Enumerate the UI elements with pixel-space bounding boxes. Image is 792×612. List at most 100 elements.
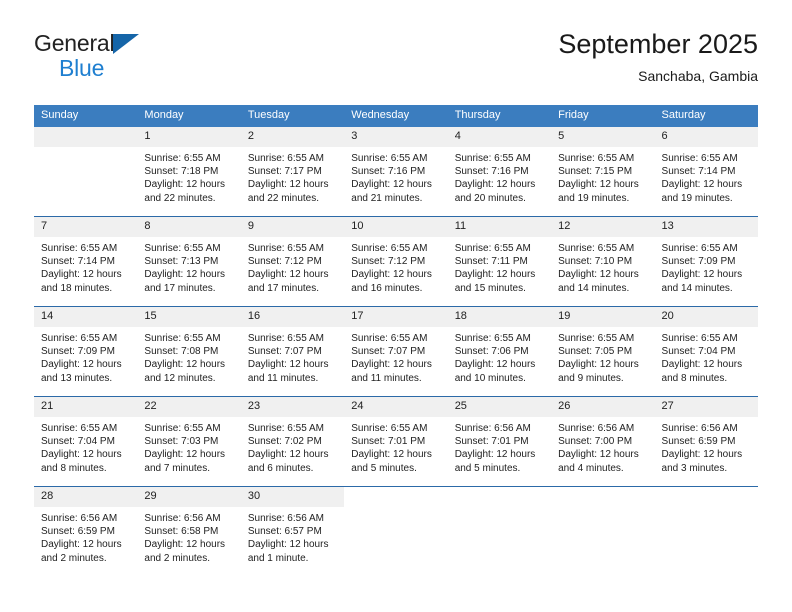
day-sun-info: Sunrise: 6:56 AM Sunset: 6:58 PM Daylight:… [137,507,240,565]
day-sun-info-line: Sunset: 7:14 PM [661,166,736,178]
day-sun-info-line: and 16 minutes. [351,282,423,294]
day-sun-info-line: Sunrise: 6:55 AM [41,423,118,434]
day-sun-info-line: Sunset: 7:12 PM [351,256,426,268]
calendar-cell[interactable]: 25 Sunrise: 6:56 AM Sunset: 7:01 PM Dayligh… [447,396,552,487]
calendar-cell[interactable]: 28 Sunrise: 6:56 AM Sunset: 6:59 PM Dayligh… [34,486,138,576]
page-header: General Blue September 2025 Sanchaba, Ga… [34,28,758,98]
day-number [654,487,758,507]
calendar-cell[interactable]: 17 Sunrise: 6:55 AM Sunset: 7:07 PM Dayligh… [344,306,448,397]
day-sun-info-line: Sunrise: 6:55 AM [144,423,221,434]
weekday-header-monday: Monday [137,105,241,127]
calendar-cell[interactable]: 20 Sunrise: 6:55 AM Sunset: 7:04 PM Dayligh… [654,306,758,397]
day-sun-info-line: Sunrise: 6:55 AM [351,423,428,434]
day-number: 7 [34,217,138,237]
weekday-header-sunday: Sunday [34,105,138,127]
general-blue-logo: General Blue [34,31,214,87]
day-number: 11 [447,217,552,237]
day-sun-info-line: and 4 minutes. [558,462,624,474]
day-sun-info: Sunrise: 6:55 AM Sunset: 7:17 PM Daylight:… [241,147,344,205]
calendar-cell[interactable] [34,127,138,217]
weekday-header-thursday: Thursday [447,105,552,127]
calendar-week-row: 7 Sunrise: 6:55 AM Sunset: 7:14 PM Daylight… [34,216,758,307]
day-sun-info-line: Daylight: 12 hours [247,269,329,281]
day-sun-info-line: Sunset: 7:00 PM [558,436,633,448]
calendar-cell[interactable]: 12 Sunrise: 6:55 AM Sunset: 7:10 PM Dayligh… [551,216,655,307]
calendar-cell[interactable]: 30 Sunrise: 6:56 AM Sunset: 6:57 PM Dayligh… [240,486,345,576]
day-sun-info: Sunrise: 6:55 AM Sunset: 7:18 PM Daylight:… [137,147,240,205]
day-sun-info-line: Daylight: 12 hours [454,269,536,281]
day-number [344,487,448,507]
day-sun-info-line: Sunrise: 6:55 AM [558,243,635,254]
day-sun-info-line: and 8 minutes. [41,462,107,474]
calendar-cell[interactable] [551,486,655,576]
calendar-cell[interactable]: 6 Sunrise: 6:55 AM Sunset: 7:14 PM Daylight… [654,127,758,217]
day-sun-info-line: Daylight: 12 hours [454,179,536,191]
calendar-cell[interactable]: 2 Sunrise: 6:55 AM Sunset: 7:17 PM Daylight… [240,127,345,217]
calendar-cell[interactable]: 23 Sunrise: 6:55 AM Sunset: 7:02 PM Dayligh… [240,396,345,487]
day-sun-info-line: Daylight: 12 hours [247,449,329,461]
day-sun-info-line: Sunrise: 6:55 AM [144,333,221,344]
calendar-cell[interactable] [344,486,448,576]
day-sun-info-line: Sunrise: 6:55 AM [351,153,428,164]
weekday-header-friday: Friday [551,105,655,127]
weekday-header-tuesday: Tuesday [240,105,345,127]
calendar-cell[interactable]: 24 Sunrise: 6:55 AM Sunset: 7:01 PM Dayligh… [344,396,448,487]
calendar-cell[interactable]: 9 Sunrise: 6:55 AM Sunset: 7:12 PM Daylight… [240,216,345,307]
day-sun-info-line: Daylight: 12 hours [351,269,432,281]
calendar-cell[interactable]: 4 Sunrise: 6:55 AM Sunset: 7:16 PM Daylight… [447,127,552,217]
day-sun-info-line: and 8 minutes. [661,372,728,384]
day-sun-info-line: Daylight: 12 hours [558,179,639,191]
calendar-cell[interactable]: 15 Sunrise: 6:55 AM Sunset: 7:08 PM Dayligh… [137,306,241,397]
day-sun-info-line: Sunrise: 6:55 AM [144,153,221,164]
day-sun-info: Sunrise: 6:55 AM Sunset: 7:02 PM Daylight:… [241,417,344,475]
day-sun-info-line: Sunrise: 6:55 AM [144,243,221,254]
calendar-cell[interactable]: 5 Sunrise: 6:55 AM Sunset: 7:15 PM Daylight… [551,127,655,217]
calendar-cell[interactable] [447,486,552,576]
calendar-table: Sunday Monday Tuesday Wednesday Thursday… [34,105,758,576]
calendar-cell[interactable]: 19 Sunrise: 6:55 AM Sunset: 7:05 PM Dayligh… [551,306,655,397]
day-sun-info-line: Sunrise: 6:55 AM [558,333,635,344]
calendar-cell[interactable]: 26 Sunrise: 6:56 AM Sunset: 7:00 PM Dayligh… [551,396,655,487]
calendar-cell[interactable]: 11 Sunrise: 6:55 AM Sunset: 7:11 PM Dayligh… [447,216,552,307]
day-sun-info-line: Sunset: 7:07 PM [351,346,426,358]
calendar-cell[interactable]: 10 Sunrise: 6:55 AM Sunset: 7:12 PM Dayligh… [344,216,448,307]
day-number: 1 [137,127,241,147]
calendar-cell[interactable]: 7 Sunrise: 6:55 AM Sunset: 7:14 PM Daylight… [34,216,138,307]
day-number: 4 [447,127,552,147]
day-sun-info-line: Sunrise: 6:56 AM [558,423,635,434]
calendar-cell[interactable]: 22 Sunrise: 6:55 AM Sunset: 7:03 PM Dayligh… [137,396,241,487]
day-sun-info-line: Sunset: 7:06 PM [454,346,529,358]
day-sun-info-line: Sunrise: 6:55 AM [661,153,738,164]
day-sun-info-line: Sunset: 6:58 PM [144,526,219,538]
calendar-cell[interactable] [654,486,758,576]
calendar-cell[interactable]: 13 Sunrise: 6:55 AM Sunset: 7:09 PM Dayligh… [654,216,758,307]
day-sun-info-line: Sunset: 7:17 PM [247,166,322,178]
calendar-cell[interactable]: 27 Sunrise: 6:56 AM Sunset: 6:59 PM Dayligh… [654,396,758,487]
calendar-cell[interactable]: 8 Sunrise: 6:55 AM Sunset: 7:13 PM Daylight… [137,216,241,307]
day-number [447,487,552,507]
calendar-cell[interactable]: 21 Sunrise: 6:55 AM Sunset: 7:04 PM Dayligh… [34,396,138,487]
calendar-cell[interactable]: 14 Sunrise: 6:55 AM Sunset: 7:09 PM Dayligh… [34,306,138,397]
calendar-cell[interactable]: 3 Sunrise: 6:55 AM Sunset: 7:16 PM Daylight… [344,127,448,217]
day-sun-info-line: Sunset: 7:03 PM [144,436,219,448]
calendar-cell[interactable]: 16 Sunrise: 6:55 AM Sunset: 7:07 PM Dayligh… [240,306,345,397]
day-sun-info-line: Daylight: 12 hours [247,179,329,191]
day-sun-info-line: and 1 minute. [247,552,309,564]
day-number: 12 [551,217,655,237]
day-number: 3 [344,127,448,147]
day-sun-info-line: Sunrise: 6:55 AM [661,243,738,254]
day-number: 20 [654,307,758,327]
day-sun-info: Sunrise: 6:56 AM Sunset: 7:00 PM Daylight:… [551,417,654,475]
day-sun-info-line: Sunset: 6:57 PM [247,526,322,538]
day-sun-info: Sunrise: 6:55 AM Sunset: 7:09 PM Daylight:… [655,237,758,295]
calendar-cell[interactable]: 1 Sunrise: 6:55 AM Sunset: 7:18 PM Daylight… [137,127,241,217]
day-sun-info-line: and 20 minutes. [454,192,526,204]
day-sun-info-line: and 10 minutes. [454,372,526,384]
day-sun-info-line: Sunset: 7:16 PM [454,166,529,178]
day-sun-info: Sunrise: 6:56 AM Sunset: 7:01 PM Daylight:… [448,417,551,475]
calendar-cell[interactable]: 29 Sunrise: 6:56 AM Sunset: 6:58 PM Dayligh… [137,486,241,576]
day-number: 25 [447,397,552,417]
day-sun-info-line: Sunrise: 6:55 AM [41,333,118,344]
day-sun-info-line: Daylight: 12 hours [558,269,639,281]
calendar-cell[interactable]: 18 Sunrise: 6:55 AM Sunset: 7:06 PM Dayligh… [447,306,552,397]
